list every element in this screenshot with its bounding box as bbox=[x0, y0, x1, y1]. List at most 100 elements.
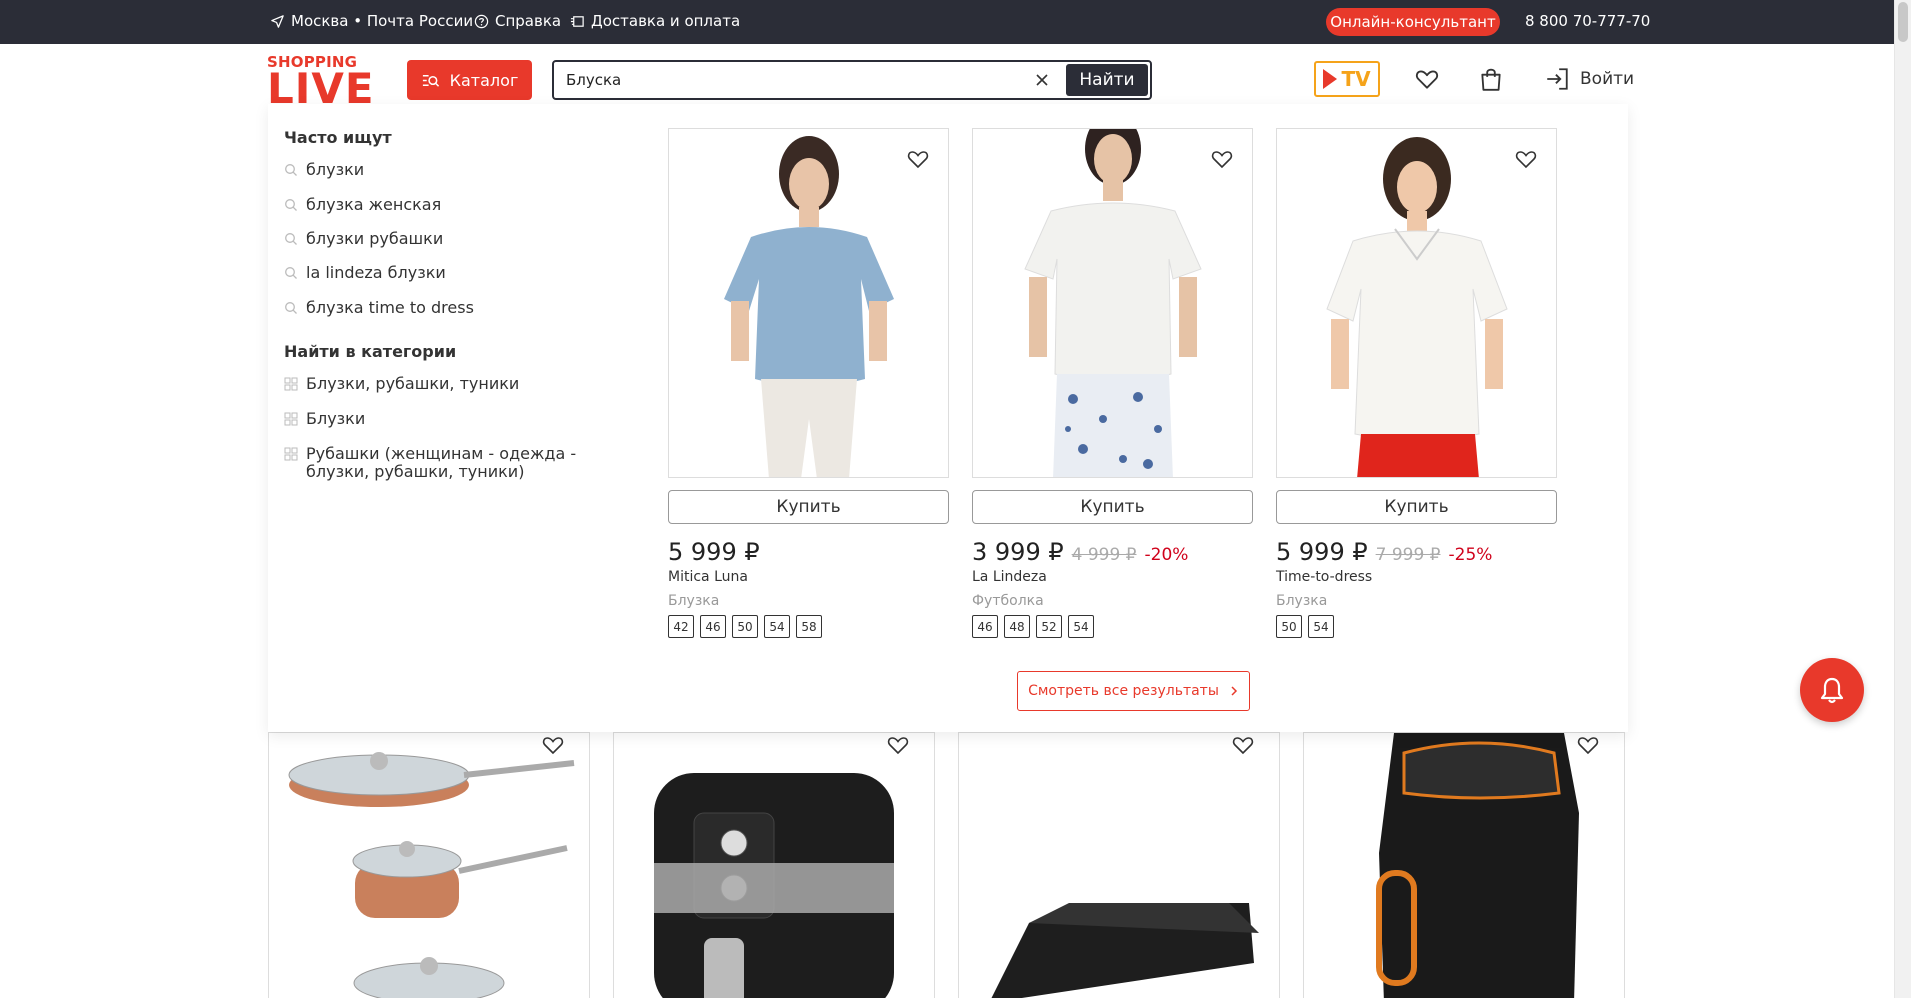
product-image[interactable] bbox=[1276, 128, 1557, 478]
size-chip[interactable]: 54 bbox=[1068, 615, 1094, 638]
search-icon bbox=[285, 199, 297, 211]
page-scrollbar[interactable] bbox=[1894, 0, 1911, 998]
frequent-searches-title: Часто ищут bbox=[284, 128, 392, 147]
bell-icon bbox=[1820, 677, 1844, 704]
delivery-icon bbox=[570, 15, 584, 27]
top-bar: Москва • Почта России Справка Доставка и… bbox=[0, 0, 1894, 44]
product-card[interactable]: Купить 5 999 ₽ Mitica Luna Блузка 42 46 … bbox=[668, 128, 949, 638]
suggestion-item[interactable]: la lindeza блузки bbox=[284, 264, 624, 282]
product-card[interactable]: Купить 3 999 ₽ 4 999 ₽ -20% La Lindeza Ф… bbox=[972, 128, 1253, 638]
suggestion-item[interactable]: блузки рубашки bbox=[284, 230, 624, 248]
background-product-airfryer[interactable] bbox=[613, 732, 935, 998]
price-row: 5 999 ₽ bbox=[668, 538, 760, 566]
brand-name[interactable]: La Lindeza bbox=[972, 569, 1047, 585]
size-chip[interactable]: 50 bbox=[1276, 615, 1302, 638]
login-link[interactable]: Войти bbox=[1544, 66, 1634, 92]
favorite-heart-icon[interactable] bbox=[1576, 733, 1600, 757]
search-dropdown: Часто ищут блузки блузка женская блузки … bbox=[268, 104, 1628, 732]
product-type: Блузка bbox=[1276, 593, 1328, 609]
old-price: 7 999 ₽ bbox=[1375, 545, 1441, 565]
tv-label: TV bbox=[1341, 67, 1371, 91]
category-item[interactable]: Блузки bbox=[284, 410, 624, 428]
brand-name[interactable]: Mitica Luna bbox=[668, 569, 748, 585]
background-product-grill[interactable] bbox=[958, 732, 1280, 998]
favorite-heart-icon[interactable] bbox=[541, 733, 565, 757]
category-label: Блузки bbox=[306, 409, 366, 428]
background-product-coffee-maker[interactable] bbox=[1303, 732, 1625, 998]
category-grid-icon bbox=[284, 447, 298, 461]
delivery-link[interactable]: Доставка и оплата bbox=[570, 12, 740, 30]
size-chip[interactable]: 48 bbox=[1004, 615, 1030, 638]
size-chip[interactable]: 50 bbox=[732, 615, 758, 638]
favorite-heart-icon[interactable] bbox=[886, 733, 910, 757]
category-label: Рубашки (женщинам - одежда - блузки, руб… bbox=[306, 444, 577, 481]
search-icon bbox=[285, 233, 297, 245]
location-link[interactable]: Москва • Почта России bbox=[270, 12, 473, 30]
catalog-search-icon bbox=[422, 74, 439, 87]
suggestion-label: блузка женская bbox=[306, 195, 442, 214]
old-price: 4 999 ₽ bbox=[1071, 545, 1137, 565]
product-photo bbox=[724, 136, 894, 477]
online-consultant-button[interactable]: Онлайн-консультант bbox=[1326, 8, 1500, 36]
favorite-heart-icon[interactable] bbox=[1231, 733, 1255, 757]
suggestion-item[interactable]: блузка женская bbox=[284, 196, 624, 214]
category-item[interactable]: Рубашки (женщинам - одежда - блузки, руб… bbox=[284, 445, 624, 481]
help-label: Справка bbox=[495, 12, 562, 30]
favorite-heart-icon[interactable] bbox=[1210, 147, 1234, 171]
help-link[interactable]: Справка bbox=[474, 12, 561, 30]
category-item[interactable]: Блузки, рубашки, туники bbox=[284, 375, 624, 393]
size-list: 50 54 bbox=[1276, 615, 1334, 638]
product-image[interactable] bbox=[668, 128, 949, 478]
size-list: 46 48 52 54 bbox=[972, 615, 1094, 638]
size-list: 42 46 50 54 58 bbox=[668, 615, 822, 638]
size-chip[interactable]: 58 bbox=[796, 615, 822, 638]
search-icon bbox=[285, 267, 297, 279]
price: 3 999 ₽ bbox=[972, 538, 1064, 566]
size-chip[interactable]: 54 bbox=[764, 615, 790, 638]
delivery-label: Доставка и оплата bbox=[591, 12, 741, 30]
buy-button[interactable]: Купить bbox=[668, 490, 949, 524]
catalog-button[interactable]: Каталог bbox=[407, 60, 532, 100]
find-button[interactable]: Найти bbox=[1066, 64, 1148, 96]
search-icon bbox=[285, 302, 297, 314]
see-all-results-button[interactable]: Смотреть все результаты bbox=[1017, 671, 1250, 711]
size-chip[interactable]: 54 bbox=[1308, 615, 1334, 638]
suggestion-label: блузки bbox=[306, 160, 365, 179]
grill-image bbox=[991, 903, 1259, 998]
phone-number[interactable]: 8 800 70-777-70 bbox=[1525, 12, 1650, 30]
size-chip[interactable]: 52 bbox=[1036, 615, 1062, 638]
clear-search-icon[interactable] bbox=[1032, 70, 1052, 90]
scrollbar-thumb[interactable] bbox=[1898, 2, 1908, 42]
shopping-live-logo[interactable]: SHOPPING LIVE bbox=[267, 55, 374, 110]
product-image[interactable] bbox=[972, 128, 1253, 478]
price-row: 5 999 ₽ 7 999 ₽ -25% bbox=[1276, 538, 1492, 566]
shopping-live-tv-button[interactable]: TV bbox=[1314, 61, 1380, 97]
login-label: Войти bbox=[1580, 69, 1635, 89]
size-chip[interactable]: 46 bbox=[700, 615, 726, 638]
notifications-button[interactable] bbox=[1800, 658, 1864, 722]
brand-name[interactable]: Time-to-dress bbox=[1276, 569, 1372, 585]
play-icon bbox=[1323, 69, 1338, 89]
search-box: Найти bbox=[552, 60, 1152, 100]
size-chip[interactable]: 42 bbox=[668, 615, 694, 638]
favorite-heart-icon[interactable] bbox=[1514, 147, 1538, 171]
suggestion-item[interactable]: блузки bbox=[284, 161, 624, 179]
price-row: 3 999 ₽ 4 999 ₽ -20% bbox=[972, 538, 1188, 566]
catalog-label: Каталог bbox=[449, 70, 519, 90]
buy-button[interactable]: Купить bbox=[972, 490, 1253, 524]
search-input[interactable] bbox=[566, 62, 1046, 98]
suggestion-item[interactable]: блузка time to dress bbox=[284, 299, 624, 317]
see-all-label: Смотреть все результаты bbox=[1028, 683, 1219, 699]
product-type: Футболка bbox=[972, 593, 1044, 609]
help-icon bbox=[474, 14, 489, 28]
background-product-cookware[interactable] bbox=[268, 732, 590, 998]
size-chip[interactable]: 46 bbox=[972, 615, 998, 638]
favorite-heart-icon[interactable] bbox=[906, 147, 930, 171]
discount-badge: -20% bbox=[1144, 545, 1189, 565]
cart-bag-icon[interactable] bbox=[1478, 66, 1504, 92]
buy-button[interactable]: Купить bbox=[1276, 490, 1557, 524]
product-card[interactable]: Купить 5 999 ₽ 7 999 ₽ -25% Time-to-dres… bbox=[1276, 128, 1557, 638]
favorites-heart-icon[interactable] bbox=[1414, 66, 1440, 92]
login-icon bbox=[1547, 68, 1568, 90]
airfryer-image bbox=[654, 773, 894, 998]
